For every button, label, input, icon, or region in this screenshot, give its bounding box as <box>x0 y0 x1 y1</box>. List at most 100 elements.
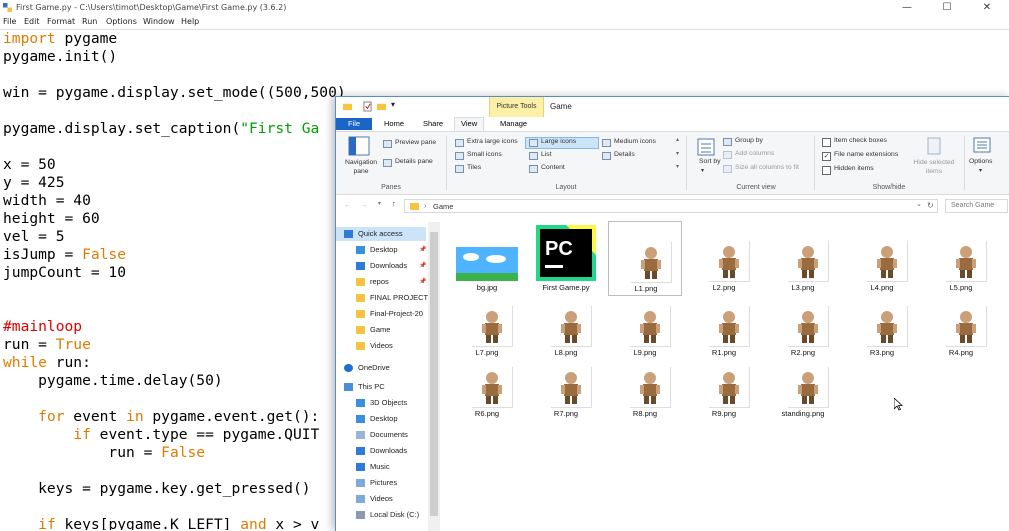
file-item[interactable]: bg.jpg <box>450 221 524 296</box>
add-columns-button[interactable]: Add columns <box>735 150 774 157</box>
back-arrow-icon[interactable]: ← <box>344 200 352 209</box>
recent-locations-chevron-icon[interactable]: ▾ <box>378 200 381 207</box>
nav-onedrive[interactable]: OneDrive <box>336 361 426 375</box>
options-button[interactable]: Options <box>969 158 992 165</box>
tab-manage[interactable]: Manage <box>494 118 533 130</box>
large-icons-option[interactable]: Large icons <box>541 138 576 145</box>
menu-window[interactable]: Window <box>143 17 175 26</box>
options-icon[interactable] <box>973 137 991 153</box>
list-option[interactable]: List <box>541 151 552 158</box>
file-item[interactable]: L2.png <box>687 221 761 296</box>
menu-format[interactable]: Format <box>47 17 75 26</box>
maximize-button[interactable]: ☐ <box>927 0 967 15</box>
file-item[interactable]: L5.png <box>924 221 998 296</box>
file-item[interactable]: R3.png <box>845 300 919 375</box>
extra-large-icons-option[interactable]: Extra large icons <box>467 138 518 145</box>
file-item[interactable]: L3.png <box>766 221 840 296</box>
menu-options[interactable]: Options <box>106 17 137 26</box>
address-bar-row: ← → ▾ ↑ › Game ⌄ ↻ Search Game <box>336 195 1009 217</box>
large-icons-icon <box>529 139 538 147</box>
sort-by-chevron-down-icon[interactable]: ▾ <box>701 167 704 174</box>
nav-item-downloads[interactable]: Downloads 📌 <box>336 259 426 273</box>
menu-run[interactable]: Run <box>82 17 97 26</box>
group-by-button[interactable]: Group by <box>735 137 763 144</box>
sort-by-button[interactable]: Sort by <box>699 158 721 165</box>
file-item[interactable]: R8.png <box>608 361 682 436</box>
tab-home[interactable]: Home <box>378 118 410 130</box>
nav-item-label: Game <box>370 325 391 334</box>
layout-scroll-down-icon[interactable]: ▾ <box>676 150 679 157</box>
close-button[interactable]: ✕ <box>967 0 1007 15</box>
nav-pc-item-downloads[interactable]: Downloads <box>336 444 426 458</box>
menu-file[interactable]: File <box>3 17 16 26</box>
nav-item-repos[interactable]: repos 📌 <box>336 275 426 289</box>
layout-scroll-up-icon[interactable]: ▴ <box>676 136 679 143</box>
file-item[interactable]: R4.png <box>924 300 998 375</box>
nav-item-videos[interactable]: Videos <box>336 339 426 353</box>
file-name: L8.png <box>554 348 578 357</box>
nav-pc-item-desktop[interactable]: Desktop <box>336 412 426 426</box>
nav-item-game[interactable]: Game <box>336 323 426 337</box>
navigation-pane-icon[interactable] <box>348 136 370 156</box>
nav-pc-item-videos[interactable]: Videos <box>336 492 426 506</box>
file-item[interactable]: L4.png <box>845 221 919 296</box>
up-arrow-icon[interactable]: ↑ <box>392 199 396 208</box>
file-item[interactable]: PC First Game.py <box>529 221 603 296</box>
preview-pane-button[interactable]: Preview pane <box>395 139 436 146</box>
breadcrumb-game[interactable]: Game <box>433 202 453 211</box>
forward-arrow-icon[interactable]: → <box>360 200 368 209</box>
address-dropdown-icon[interactable]: ⌄ <box>916 200 922 208</box>
nav-item-final-project[interactable]: FINAL PROJECT <box>336 291 428 305</box>
nav-item-desktop[interactable]: Desktop 📌 <box>336 243 426 257</box>
size-all-columns-button[interactable]: Size all columns to fit <box>735 164 799 171</box>
file-name: L3.png <box>791 283 815 292</box>
properties-icon[interactable] <box>363 101 372 112</box>
nav-quick-access[interactable]: Quick access <box>336 227 426 241</box>
scrollbar-thumb[interactable] <box>430 232 438 516</box>
refresh-icon[interactable]: ↻ <box>927 201 934 210</box>
details-pane-button[interactable]: Details pane <box>395 158 433 165</box>
tab-share[interactable]: Share <box>417 118 449 130</box>
nav-pc-item-local-disk-c-[interactable]: Local Disk (C:) <box>336 508 426 522</box>
layout-expand-icon[interactable]: ▾ <box>676 163 679 170</box>
nav-this-pc[interactable]: This PC <box>336 380 426 394</box>
file-name: R4.png <box>948 348 974 357</box>
medium-icons-option[interactable]: Medium icons <box>614 138 656 145</box>
search-box[interactable]: Search Game <box>945 199 1008 213</box>
file-name-extensions-checkbox[interactable]: ✓ <box>822 152 831 161</box>
content-option[interactable]: Content <box>541 164 565 171</box>
file-name: L1.png <box>634 284 658 293</box>
new-folder-icon[interactable] <box>377 101 386 112</box>
nav-item-final-project-20[interactable]: Final-Project-20 <box>336 307 426 321</box>
qat-dropdown-icon[interactable]: ▾ <box>391 100 395 109</box>
small-icons-option[interactable]: Small icons <box>467 151 502 158</box>
file-item[interactable]: R6.png <box>450 361 524 436</box>
tab-file[interactable]: File <box>336 118 372 130</box>
file-item[interactable]: R7.png <box>529 361 603 436</box>
address-bar[interactable]: › Game ⌄ ↻ <box>404 199 938 213</box>
details-option[interactable]: Details <box>614 151 635 158</box>
navigation-scrollbar[interactable] <box>428 222 440 531</box>
nav-pc-item-music[interactable]: Music <box>336 460 426 474</box>
nav-pc-item-3d-objects[interactable]: 3D Objects <box>336 396 426 410</box>
file-item[interactable]: L1.png <box>608 221 682 296</box>
navigation-pane-button[interactable]: Navigation pane <box>341 158 381 176</box>
hide-selected-button[interactable]: Hide selected items <box>910 158 958 176</box>
code-token: pygame <box>55 30 118 47</box>
minimize-button[interactable]: — <box>887 0 927 15</box>
hidden-items-checkbox[interactable] <box>822 166 831 175</box>
tiles-option[interactable]: Tiles <box>467 164 481 171</box>
menu-help[interactable]: Help <box>181 17 199 26</box>
options-chevron-down-icon[interactable]: ▾ <box>979 167 982 174</box>
nav-pc-item-pictures[interactable]: Pictures <box>336 476 426 490</box>
tab-view[interactable]: View <box>454 117 485 131</box>
sort-by-icon[interactable] <box>697 138 715 156</box>
file-item[interactable]: standing.png <box>766 361 840 436</box>
menu-edit[interactable]: Edit <box>24 17 40 26</box>
file-item[interactable]: R9.png <box>687 361 761 436</box>
nav-pc-item-documents[interactable]: Documents <box>336 428 426 442</box>
item-check-boxes-checkbox[interactable] <box>822 138 831 147</box>
code-editor[interactable]: import pygame pygame.init() win = pygame.d… <box>3 30 343 530</box>
hide-selected-icon[interactable] <box>927 137 941 155</box>
ribbon-separator <box>686 136 687 190</box>
